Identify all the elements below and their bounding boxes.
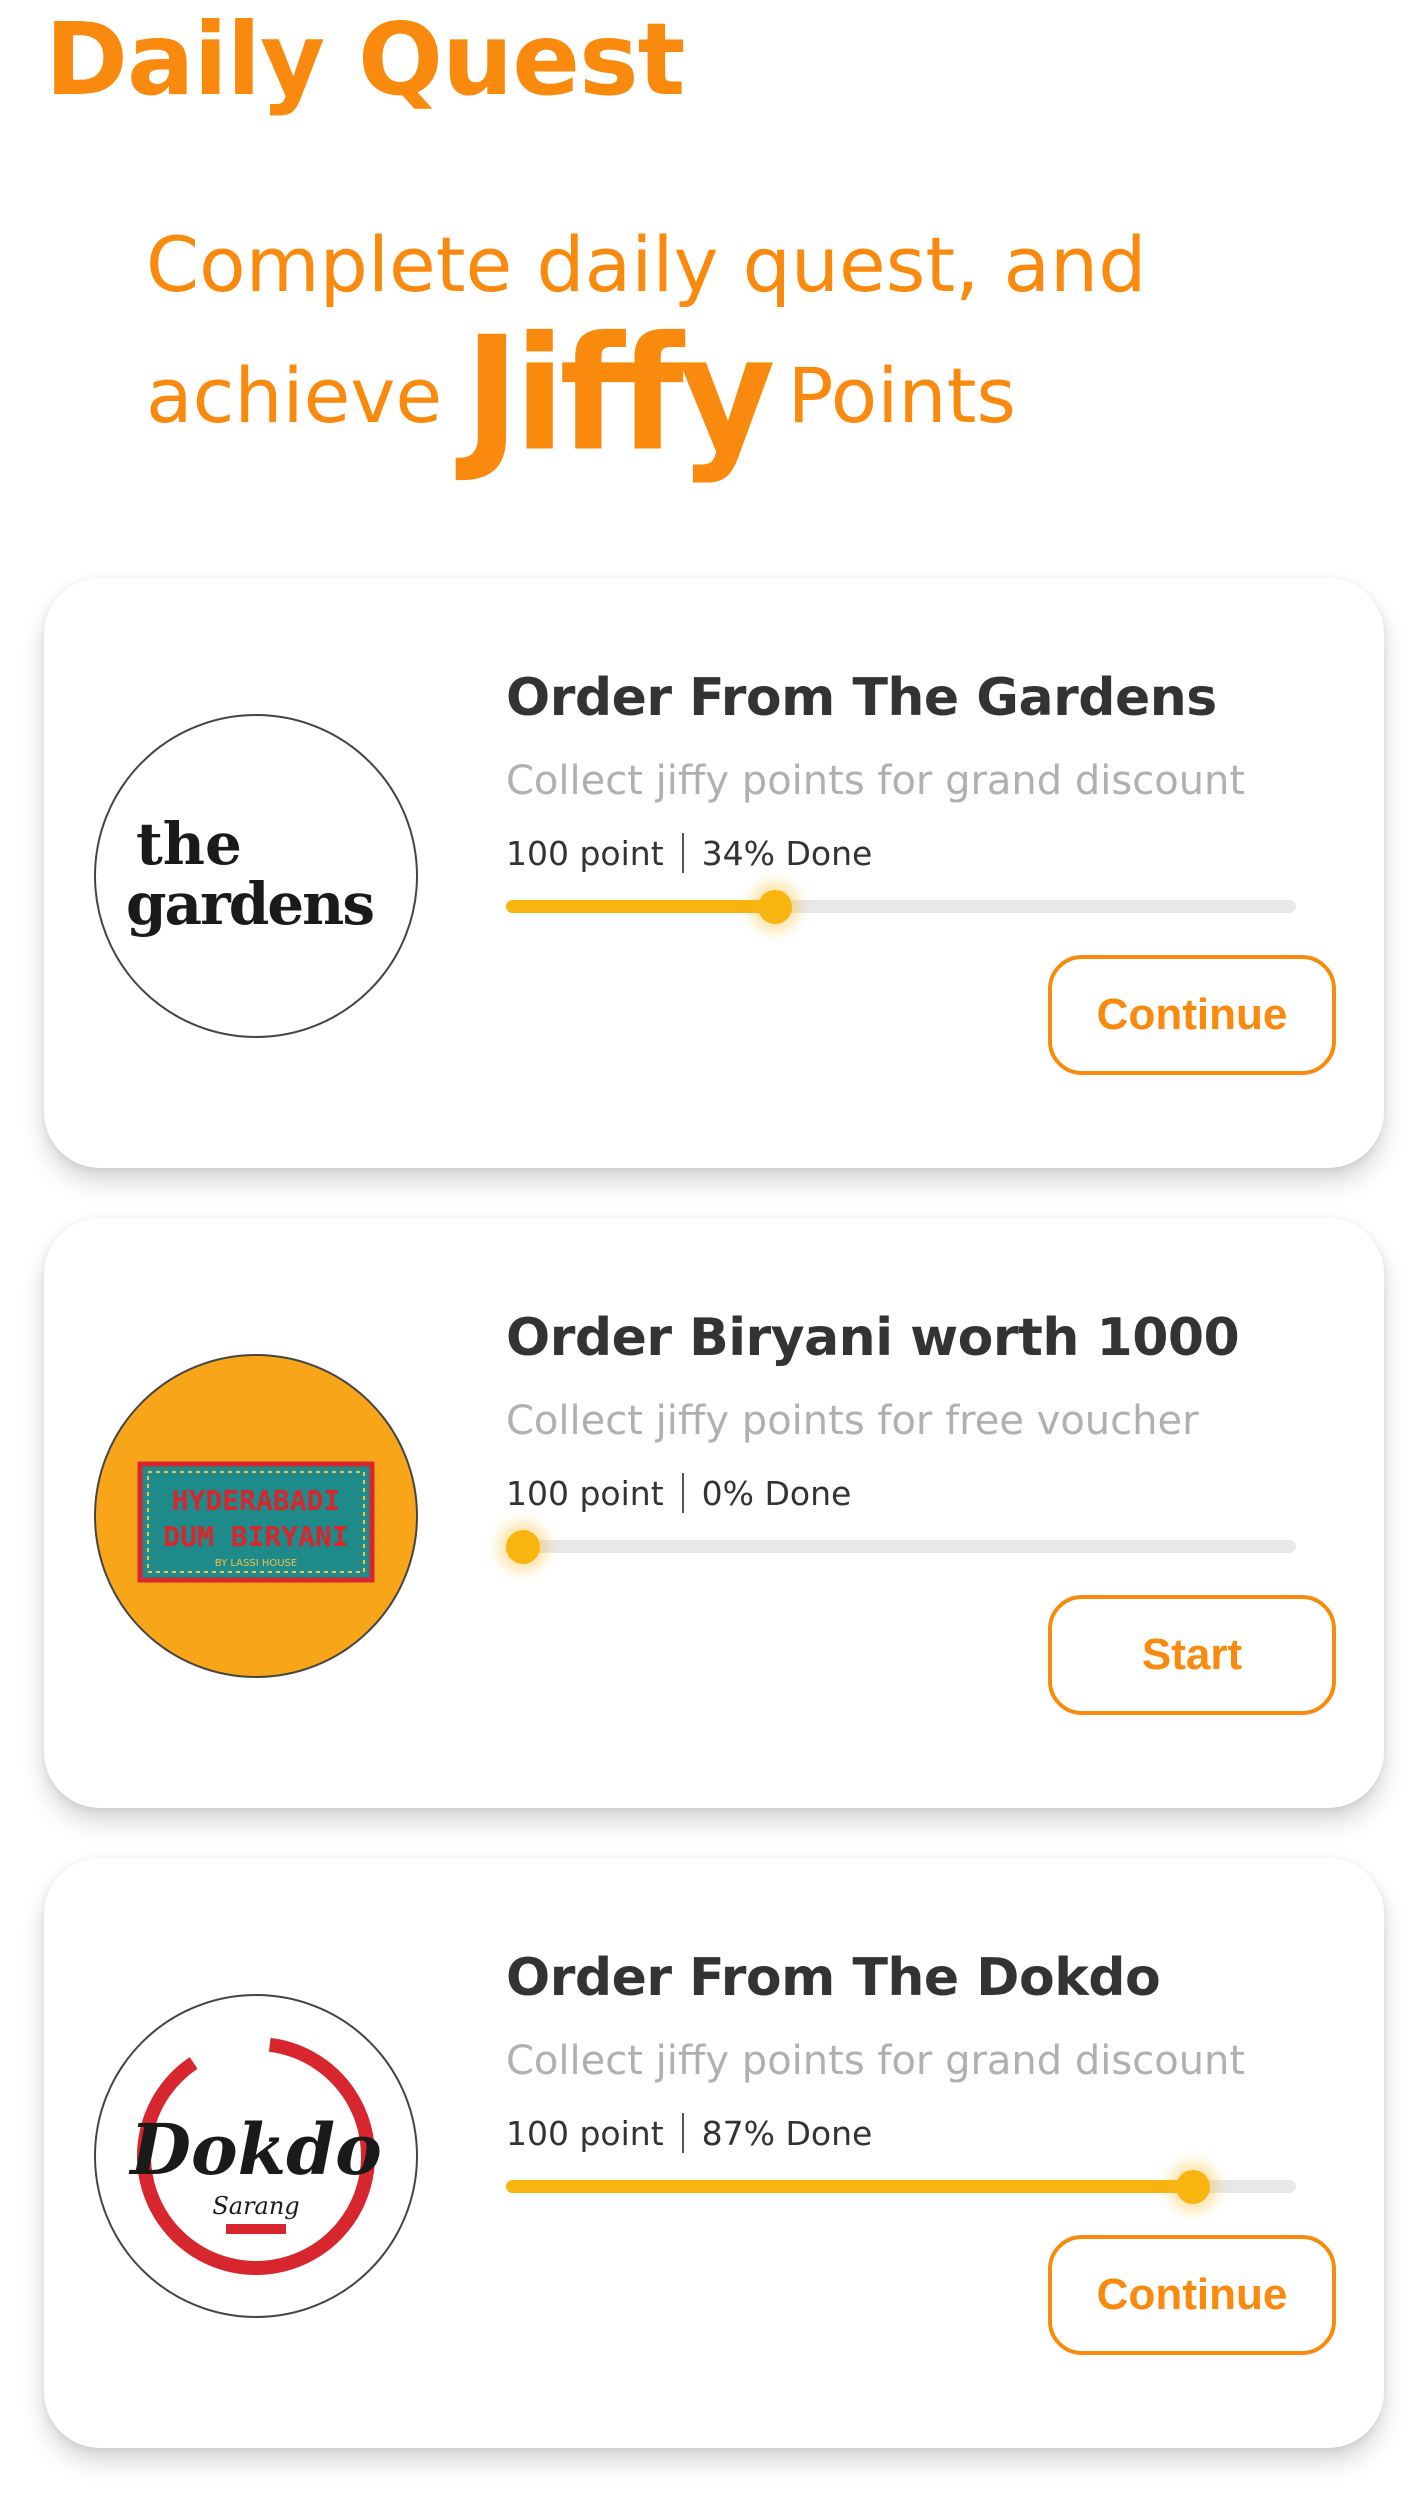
dokdo-sarang-logo-icon: Dokdo Sarang [128, 2037, 382, 2275]
hyderabadi-dum-biryani-logo-icon: HYDERABADI DUM BIRYANI BY LASSI HOUSE [137, 1461, 375, 1583]
quest-title: Order Biryani worth 1000 [506, 1308, 1240, 1368]
the-gardens-logo-icon: the gardens [126, 810, 375, 938]
continue-button[interactable]: Continue [1048, 2235, 1336, 2355]
quest-meta: 100 point 34% Done [506, 833, 872, 873]
progress-fill [506, 2180, 1194, 2193]
hero-line-2: achieve Jiffy Points [146, 316, 1346, 474]
svg-text:DUM BIRYANI: DUM BIRYANI [163, 1520, 348, 1553]
quest-card: Dokdo Sarang Order From The Dokdo Collec… [44, 1858, 1384, 2448]
svg-text:BY LASSI HOUSE: BY LASSI HOUSE [215, 1558, 297, 1569]
restaurant-logo-biryani: HYDERABADI DUM BIRYANI BY LASSI HOUSE [94, 1354, 418, 1678]
progress-knob [506, 1530, 540, 1564]
quest-progress-text: 87% Done [701, 2113, 873, 2153]
quest-points: 100 point [506, 833, 664, 873]
svg-text:the: the [136, 810, 242, 878]
start-button[interactable]: Start [1048, 1595, 1336, 1715]
progress-fill [506, 900, 775, 913]
jiffy-brand-logo: Jiffy [464, 303, 776, 487]
svg-text:Sarang: Sarang [212, 2192, 299, 2220]
quest-meta: 100 point 0% Done [506, 1473, 851, 1513]
progress-track [506, 1530, 1296, 1564]
quest-progress-text: 0% Done [701, 1473, 852, 1513]
meta-divider [681, 833, 684, 873]
progress-track [506, 2170, 1296, 2204]
quest-subtitle: Collect jiffy points for free voucher [506, 1398, 1199, 1444]
progress-track [506, 890, 1296, 924]
quest-progress-text: 34% Done [701, 833, 873, 873]
hero-achieve-word: achieve [146, 350, 443, 440]
quest-subtitle: Collect jiffy points for grand discount [506, 758, 1246, 804]
quest-card: the gardens Order From The Gardens Colle… [44, 578, 1384, 1168]
progress-knob [1176, 2170, 1211, 2204]
quest-points: 100 point [506, 1473, 664, 1513]
meta-divider [681, 2113, 684, 2153]
quest-subtitle: Collect jiffy points for grand discount [506, 2038, 1246, 2084]
meta-divider [681, 1473, 684, 1513]
svg-text:HYDERABADI: HYDERABADI [172, 1484, 341, 1517]
hero-headline: Complete daily quest, and achieve Jiffy … [146, 210, 1346, 474]
quest-title: Order From The Dokdo [506, 1948, 1161, 2008]
page-title: Daily Quest [45, 1, 685, 118]
continue-button[interactable]: Continue [1048, 955, 1336, 1075]
restaurant-logo-the-gardens: the gardens [94, 714, 418, 1038]
quest-title: Order From The Gardens [506, 668, 1217, 728]
svg-text:Dokdo: Dokdo [128, 2108, 382, 2191]
svg-text:gardens: gardens [126, 870, 373, 938]
quest-points: 100 point [506, 2113, 664, 2153]
restaurant-logo-dokdo: Dokdo Sarang [94, 1994, 418, 2318]
hero-points-word: Points [787, 350, 1016, 440]
progress-knob [757, 890, 792, 924]
quest-card: HYDERABADI DUM BIRYANI BY LASSI HOUSE Or… [44, 1218, 1384, 1808]
quest-meta: 100 point 87% Done [506, 2113, 872, 2153]
